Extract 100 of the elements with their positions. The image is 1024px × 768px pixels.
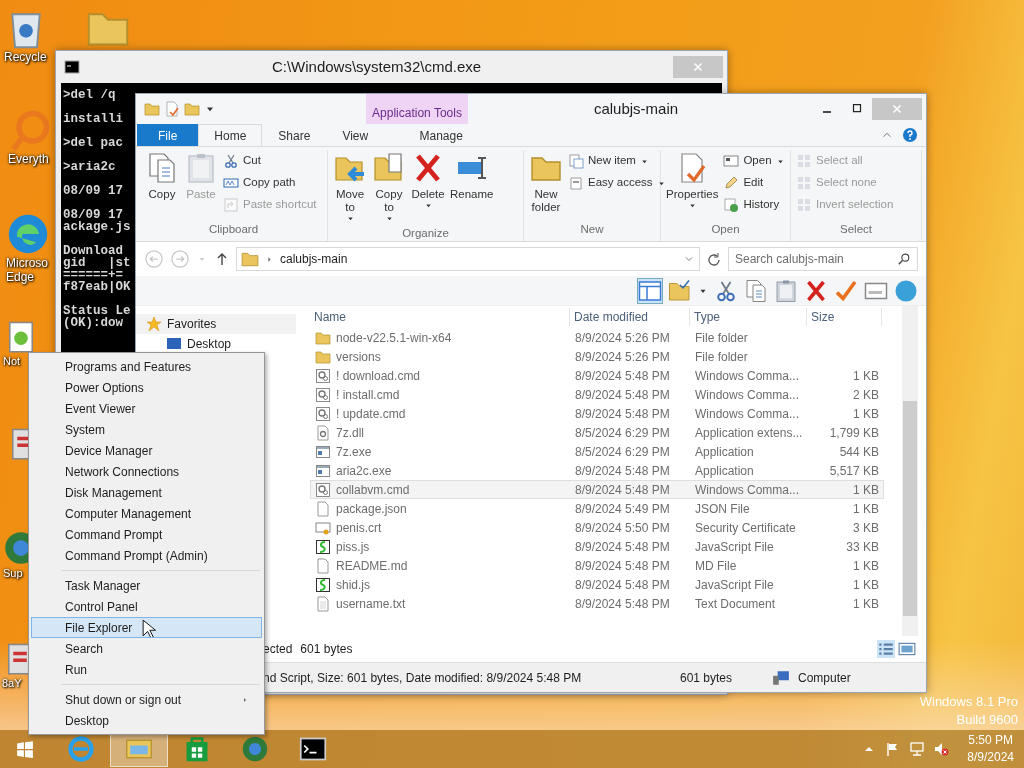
column-header[interactable]: Date modified [570, 308, 690, 326]
file-row[interactable]: aria2c.exe 8/9/2024 5:48 PM Application 5,517 KB [310, 461, 884, 480]
file-name: piss.js [336, 539, 370, 556]
nav-item[interactable]: Favorites [136, 314, 296, 334]
ribbon-button[interactable]: Open [721, 150, 787, 172]
menu-item[interactable]: Run [31, 659, 262, 680]
menu-item[interactable]: Disk Management [31, 482, 262, 503]
file-date: 8/5/2024 6:29 PM [574, 425, 671, 442]
details-view-icon[interactable] [877, 640, 895, 658]
ribbon-button[interactable]: Copy to [370, 150, 408, 225]
menu-item[interactable]: Command Prompt (Admin) [31, 545, 262, 566]
grid-icon [796, 175, 812, 191]
folder-check-icon[interactable] [668, 278, 692, 303]
file-date: 8/9/2024 5:48 PM [574, 558, 671, 575]
menu-item[interactable]: Event Viewer [31, 398, 262, 419]
console-line: >aria2c [63, 161, 117, 173]
grid-icon [796, 197, 812, 213]
menu-item[interactable]: Shut down or sign out [31, 689, 262, 710]
scrollbar[interactable] [902, 306, 918, 636]
column-header[interactable]: Size [807, 308, 882, 326]
properties-icon[interactable] [164, 101, 180, 117]
file-size: 1 KB [852, 368, 880, 385]
menu-item[interactable]: Desktop [31, 710, 262, 731]
menu-item[interactable]: Control Panel [31, 596, 262, 617]
ball-icon[interactable] [894, 278, 918, 303]
documents-icon[interactable] [744, 278, 768, 303]
menu-item[interactable]: Search [31, 638, 262, 659]
easy-access-icon [568, 175, 584, 191]
file-name: shid.js [336, 577, 370, 594]
file-row[interactable]: node-v22.5.1-win-x64 8/9/2024 5:26 PM File folder [310, 328, 884, 347]
folder-icon [315, 349, 331, 365]
file-name: ! update.cmd [336, 406, 406, 423]
ribbon-button[interactable]: New folder [527, 150, 565, 221]
ribbon-button[interactable]: Cut [221, 150, 319, 172]
file-type: Windows Comma... [694, 387, 801, 404]
status-text: Computer [798, 669, 851, 687]
ribbon-tab[interactable]: Share [262, 124, 327, 146]
check-mark-icon[interactable] [834, 278, 858, 303]
ribbon-tab[interactable]: File [137, 124, 199, 146]
file-row[interactable]: 7z.dll 8/5/2024 6:29 PM Application extens... 1,799 KB [310, 423, 884, 442]
file-row[interactable]: versions 8/9/2024 5:26 PM File folder [310, 347, 884, 366]
menu-item[interactable]: System [31, 419, 262, 440]
clipboard-icon [185, 152, 217, 184]
file-row[interactable]: penis.crt 8/9/2024 5:50 PM Security Certificate 3 KB [310, 518, 884, 537]
ribbon-tab[interactable]: Home [198, 124, 263, 146]
file-row[interactable]: username.txt 8/9/2024 5:48 PM Text Document 1 KB [310, 594, 884, 613]
browser-icon[interactable] [6, 212, 50, 256]
ribbon-button[interactable]: Rename [448, 150, 496, 225]
search-box[interactable]: Search calubjs-main [728, 247, 918, 271]
grid-icon [796, 153, 812, 169]
menu-item[interactable]: Power Options [31, 377, 262, 398]
clipboard-icon[interactable] [774, 278, 798, 303]
file-row[interactable]: ! download.cmd 8/9/2024 5:48 PM Windows Comma... 1 KB [310, 366, 884, 385]
group-label: Clipboard [207, 221, 260, 237]
menu-item[interactable]: Task Manager [31, 575, 262, 596]
file-row[interactable]: package.json 8/9/2024 5:49 PM JSON File 1 KB [310, 499, 884, 518]
muted-speaker-icon[interactable] [933, 741, 950, 757]
file-name: 7z.dll [336, 425, 364, 442]
file-row[interactable]: piss.js 8/9/2024 5:48 PM JavaScript File 33 KB [310, 537, 884, 556]
menu-item[interactable]: Device Manager [31, 440, 262, 461]
nav-item[interactable]: Desktop [136, 334, 306, 354]
ribbon-button[interactable]: Copy [143, 150, 181, 221]
scrollbar-thumb[interactable] [903, 401, 917, 616]
refresh-icon[interactable] [706, 251, 722, 268]
menu-item[interactable]: Command Prompt [31, 524, 262, 545]
file-row[interactable]: 7z.exe 8/5/2024 6:29 PM Application 544 KB [310, 442, 884, 461]
help-icon[interactable] [902, 127, 918, 143]
column-header[interactable]: Name [310, 308, 570, 326]
menu-item[interactable]: Programs and Features [31, 356, 262, 377]
blank-file-icon [315, 558, 331, 574]
file-date: 8/9/2024 5:48 PM [574, 368, 671, 385]
file-size: 1 KB [852, 482, 880, 499]
menu-item[interactable]: File Explorer [31, 617, 262, 638]
icon-label: Not [3, 354, 21, 368]
folder-icon[interactable] [144, 101, 160, 117]
ribbon-button[interactable]: Copy path [221, 172, 319, 194]
address-bar[interactable]: calubjs-main [236, 247, 700, 271]
file-row[interactable]: ! install.cmd 8/9/2024 5:48 PM Windows Comma... 2 KB [310, 385, 884, 404]
icon-label: 8aY [2, 676, 22, 690]
ribbon-button[interactable]: Delete [409, 150, 447, 225]
status-text: 601 bytes [680, 669, 734, 687]
preview-pane-icon[interactable] [638, 278, 662, 303]
console-line: >del pac [63, 137, 123, 149]
file-row[interactable]: README.md 8/9/2024 5:48 PM MD File 1 KB [310, 556, 884, 575]
file-row[interactable]: ! update.cmd 8/9/2024 5:48 PM Windows Comma... 1 KB [310, 404, 884, 423]
column-header[interactable]: Type [690, 308, 807, 326]
network-icon[interactable] [909, 741, 926, 757]
file-row[interactable]: shid.js 8/9/2024 5:48 PM JavaScript File 1 KB [310, 575, 884, 594]
menu-item[interactable]: Computer Management [31, 503, 262, 524]
console-line: Status Le [63, 305, 131, 317]
file-date: 8/5/2024 6:29 PM [574, 444, 671, 461]
x-mark-icon[interactable] [804, 278, 828, 303]
ribbon-button[interactable]: Move to [331, 150, 369, 225]
ribbon-button[interactable]: Edit [721, 172, 787, 194]
console-line: f87eab|OK [63, 281, 131, 293]
search-field[interactable]: Search calubjs-main [735, 250, 897, 268]
thumbnail-view-icon[interactable] [898, 640, 916, 658]
file-row[interactable]: collabvm.cmd 8/9/2024 5:48 PM Windows Comma... 1 KB [310, 480, 884, 499]
menu-item[interactable]: Network Connections [31, 461, 262, 482]
ribbon-button[interactable]: History [721, 194, 787, 216]
